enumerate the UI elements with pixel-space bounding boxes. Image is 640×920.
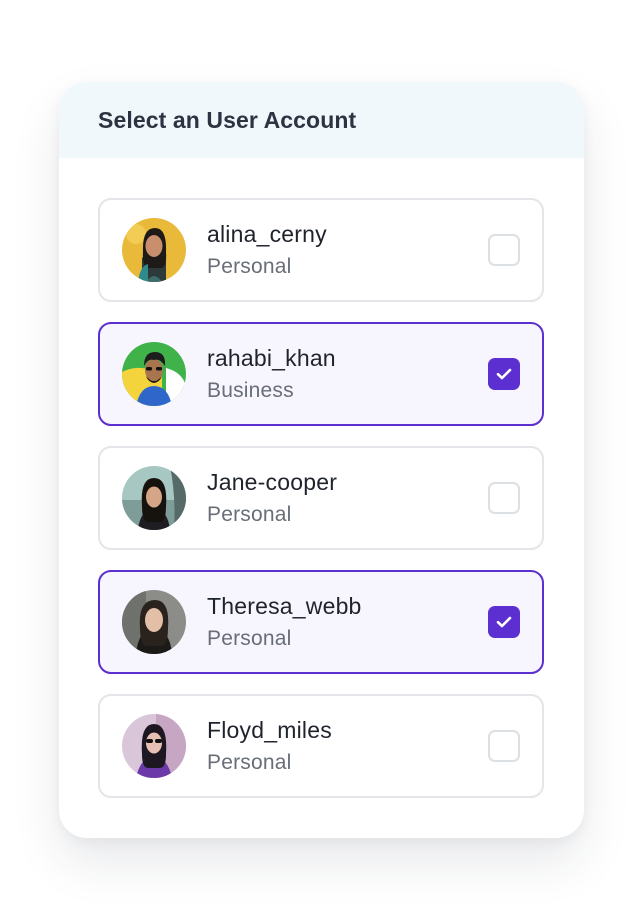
account-select-card: Select an User Account alina_cerny Perso… <box>59 82 584 838</box>
avatar <box>122 714 186 778</box>
account-type: Personal <box>207 627 292 650</box>
account-item[interactable]: Floyd_miles Personal <box>98 694 544 798</box>
account-checkbox[interactable] <box>488 234 520 266</box>
account-checkbox[interactable] <box>488 730 520 762</box>
avatar-alina-icon <box>122 218 186 282</box>
avatar <box>122 590 186 654</box>
account-type: Personal <box>207 751 292 774</box>
avatar-theresa-icon <box>122 590 186 654</box>
account-item[interactable]: Theresa_webb Personal <box>98 570 544 674</box>
avatar <box>122 466 186 530</box>
card-title: Select an User Account <box>98 106 357 133</box>
account-type: Personal <box>207 255 292 278</box>
account-type: Business <box>207 379 294 402</box>
account-checkbox[interactable] <box>488 482 520 514</box>
avatar <box>122 342 186 406</box>
account-name: Jane-cooper <box>207 469 338 495</box>
avatar <box>122 218 186 282</box>
account-name: alina_cerny <box>207 221 327 247</box>
account-item[interactable]: alina_cerny Personal <box>98 198 544 302</box>
account-item[interactable]: rahabi_khan Business <box>98 322 544 426</box>
account-type: Personal <box>207 503 292 526</box>
account-name: Theresa_webb <box>207 593 362 619</box>
avatar-rahabi-icon <box>122 342 186 406</box>
card-header: Select an User Account <box>59 82 584 158</box>
avatar-jane-icon <box>122 466 186 530</box>
check-icon <box>496 616 512 628</box>
account-checkbox[interactable] <box>488 606 520 638</box>
account-item[interactable]: Jane-cooper Personal <box>98 446 544 550</box>
account-list: alina_cerny Personal rahabi_khan Busines… <box>98 198 544 818</box>
account-name: rahabi_khan <box>207 345 336 371</box>
account-checkbox[interactable] <box>488 358 520 390</box>
check-icon <box>496 368 512 380</box>
account-name: Floyd_miles <box>207 717 332 743</box>
avatar-floyd-icon <box>122 714 186 778</box>
